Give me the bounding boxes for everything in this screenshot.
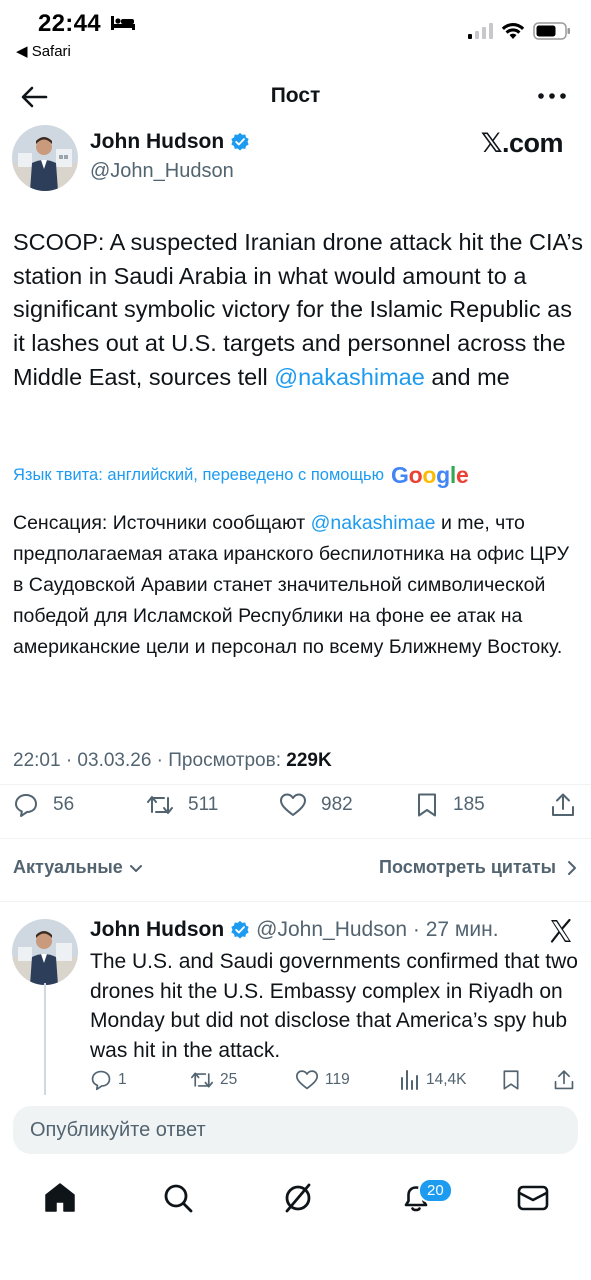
author-handle[interactable]: @John_Hudson	[90, 160, 250, 183]
reply-text: The U.S. and Saudi governments confirmed…	[90, 950, 578, 1062]
retweet-button[interactable]: 511	[146, 792, 218, 818]
reply-retweet-button[interactable]: 25	[190, 1069, 237, 1091]
reply-icon	[91, 1070, 111, 1091]
verified-badge-icon	[231, 920, 249, 939]
home-icon[interactable]	[42, 1180, 78, 1216]
views-chart-icon	[401, 1070, 418, 1090]
reply-tweet[interactable]: John Hudson @John_Hudson · 27 мин. The U…	[0, 905, 591, 1103]
status-indicators	[467, 22, 571, 40]
reply-reply-button[interactable]: 1	[90, 1069, 127, 1091]
page-title: Пост	[270, 84, 321, 107]
divider	[0, 901, 591, 902]
reply-view-count: 14,4K	[426, 1071, 467, 1088]
google-logo: Google	[391, 462, 469, 488]
reply-author-name[interactable]: John Hudson	[90, 918, 224, 942]
battery-icon	[533, 22, 570, 40]
author-name[interactable]: John Hudson	[90, 130, 224, 154]
sort-replies-label: Актуальные	[13, 857, 123, 877]
translation-label: Язык твита: английский, переведено с пом…	[13, 466, 385, 484]
wifi-icon	[501, 23, 525, 39]
grok-icon[interactable]	[280, 1180, 316, 1216]
like-button[interactable]: 982	[279, 792, 353, 818]
share-icon	[554, 1070, 574, 1090]
like-count: 982	[321, 794, 353, 815]
view-quotes-label: Посмотреть цитаты	[379, 857, 556, 877]
translation-notice[interactable]: Язык твита: английский, переведено с пом…	[13, 462, 469, 489]
retweet-icon	[147, 796, 173, 814]
reply-input[interactable]: Опубликуйте ответ	[13, 1106, 578, 1154]
tweet-meta: 22:01 · 03.03.26 · Просмотров: 229K	[13, 750, 332, 772]
share-icon	[552, 793, 574, 816]
bookmark-button[interactable]: 185	[415, 792, 485, 818]
bookmark-count: 185	[453, 794, 485, 815]
tweet-text: SCOOP: A suspected Iranian drone attack …	[13, 226, 583, 395]
reply-reply-count: 1	[118, 1071, 127, 1088]
reply-count: 56	[53, 794, 75, 815]
reply-bookmark-button[interactable]	[501, 1069, 521, 1091]
reply-views-button[interactable]: 14,4K	[400, 1069, 467, 1091]
heart-icon	[280, 793, 306, 816]
divider	[0, 838, 591, 839]
reply-retweet-count: 25	[220, 1071, 238, 1088]
view-quotes-link[interactable]: Посмотреть цитаты	[379, 857, 578, 878]
source-watermark: 𝕏.com	[480, 128, 564, 158]
sort-replies-dropdown[interactable]: Актуальные	[13, 857, 144, 878]
view-count[interactable]: 229K	[286, 750, 331, 771]
messages-envelope-icon[interactable]	[515, 1180, 551, 1216]
verified-badge-icon	[231, 132, 249, 151]
clock: 22:44	[38, 10, 101, 37]
back-to-app-link[interactable]: ◀ Safari	[16, 42, 71, 60]
reply-like-count: 119	[325, 1071, 350, 1088]
tweet-timestamp: 22:01 · 03.03.26 · Просмотров:	[13, 750, 287, 771]
heart-icon	[295, 1070, 318, 1090]
author-info: John Hudson @John_Hudson	[90, 130, 250, 183]
tab-bar	[0, 1170, 591, 1230]
translated-body: Сенсация: Источники сообщают	[13, 512, 311, 534]
retweet-icon	[191, 1072, 213, 1088]
mention-link[interactable]: @nakashimae	[274, 364, 425, 390]
reply-actions: 1 25 119 14,4K	[90, 1069, 580, 1095]
chevron-right-icon	[568, 860, 576, 875]
reply-share-button[interactable]	[553, 1069, 575, 1091]
search-icon[interactable]	[160, 1180, 196, 1216]
reply-icon	[15, 794, 37, 817]
notifications-badge: 20	[418, 1178, 453, 1203]
reply-button[interactable]: 56	[13, 792, 74, 818]
header: Пост	[0, 74, 591, 120]
sleep-mode-icon	[111, 16, 135, 30]
author-avatar[interactable]	[12, 125, 78, 191]
bookmark-icon	[503, 1070, 519, 1090]
reply-filter-row: Актуальные Посмотреть цитаты	[13, 857, 578, 885]
reply-handle-time: @John_Hudson · 27 мин.	[256, 918, 499, 941]
tweet-text-tail: and me	[424, 363, 510, 390]
reply-like-button[interactable]: 119	[295, 1069, 350, 1091]
translated-text: Сенсация: Источники сообщают @nakashimae…	[13, 508, 578, 663]
x-logo-icon	[550, 918, 571, 943]
share-button[interactable]	[550, 792, 576, 818]
status-bar: 22:44 ◀ Safari	[0, 0, 591, 70]
retweet-count: 511	[188, 794, 219, 815]
divider	[0, 784, 591, 785]
tweet-actions: 56 511 982 185	[13, 792, 578, 832]
reply-header: John Hudson @John_Hudson · 27 мин.	[90, 918, 499, 942]
cellular-signal-icon	[468, 23, 493, 39]
translated-mention-link[interactable]: @nakashimae	[311, 512, 436, 534]
chevron-down-icon	[129, 864, 142, 872]
more-options-icon[interactable]	[535, 84, 569, 108]
reply-author-avatar[interactable]	[12, 919, 78, 985]
thread-line	[44, 983, 46, 1103]
bookmark-icon	[418, 793, 436, 817]
